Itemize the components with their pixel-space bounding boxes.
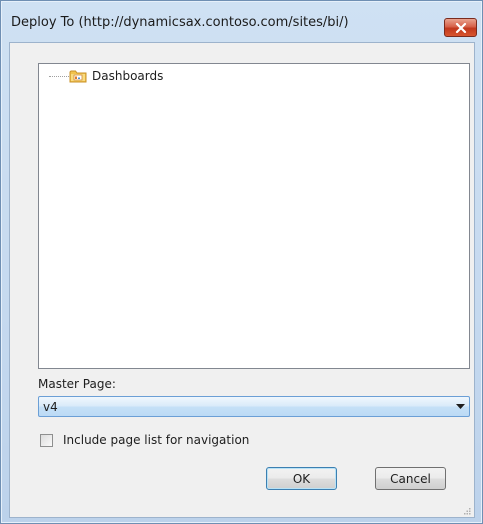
tree-item-label: Dashboards	[92, 69, 164, 83]
window-title: Deploy To (http://dynamicsax.contoso.com…	[11, 15, 349, 30]
close-icon	[455, 22, 466, 33]
resize-grip-icon[interactable]	[463, 507, 471, 515]
ok-button[interactable]: OK	[266, 467, 337, 490]
tree-connector-line	[49, 75, 69, 77]
cancel-button[interactable]: Cancel	[375, 467, 446, 490]
title-bar[interactable]: Deploy To (http://dynamicsax.contoso.com…	[1, 1, 482, 41]
site-tree-view[interactable]: Dashboards	[38, 63, 470, 369]
master-page-value: v4	[43, 400, 58, 414]
include-nav-checkbox[interactable]	[40, 434, 53, 447]
master-page-label: Master Page:	[38, 377, 116, 391]
deploy-to-dialog: Deploy To (http://dynamicsax.contoso.com…	[0, 0, 483, 524]
chevron-down-icon	[456, 404, 465, 409]
include-nav-label[interactable]: Include page list for navigation	[63, 433, 249, 447]
dialog-content: Dashboards Master Page: v4 Include page …	[9, 42, 475, 518]
folder-icon	[69, 70, 87, 83]
master-page-select[interactable]: v4	[38, 396, 470, 417]
close-button[interactable]	[444, 18, 477, 37]
tree-item-dashboards[interactable]: Dashboards	[49, 68, 163, 84]
